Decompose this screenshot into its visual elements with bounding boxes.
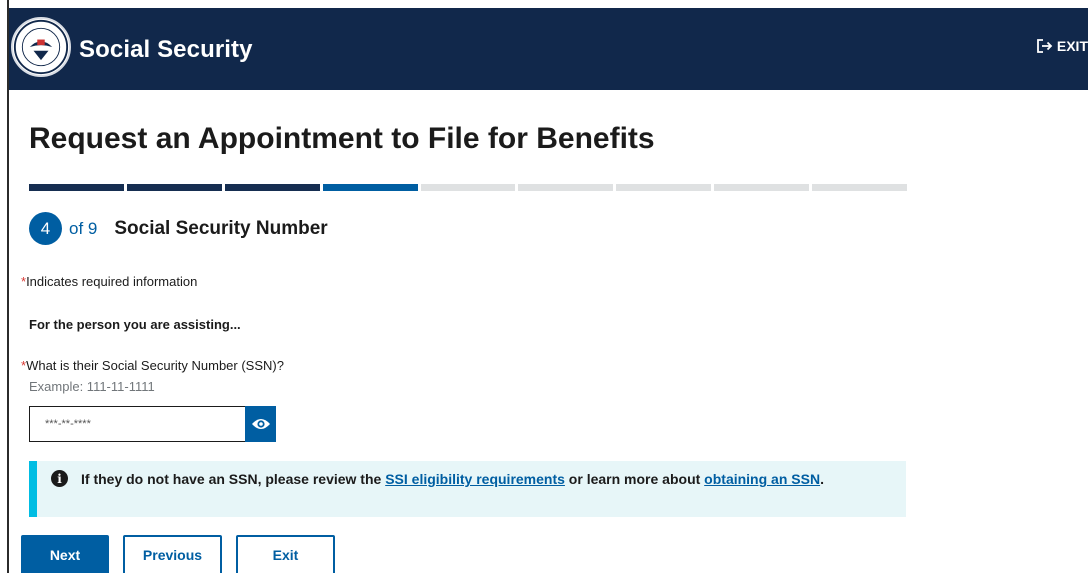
window-edge bbox=[0, 0, 9, 573]
alert-text-3: . bbox=[820, 471, 824, 487]
header-exit-link[interactable]: EXIT bbox=[1036, 38, 1088, 54]
obtaining-ssn-link[interactable]: obtaining an SSN bbox=[704, 471, 820, 487]
ssa-seal-icon[interactable] bbox=[11, 17, 71, 77]
alert-message: If they do not have an SSN, please revie… bbox=[81, 469, 824, 517]
ssn-field-group bbox=[29, 406, 276, 442]
ssi-eligibility-link[interactable]: SSI eligibility requirements bbox=[385, 471, 565, 487]
exit-icon bbox=[1036, 39, 1053, 53]
step-of-total: of 9 bbox=[69, 218, 98, 238]
next-button[interactable]: Next bbox=[21, 535, 109, 573]
alert-text-1: If they do not have an SSN, please revie… bbox=[81, 471, 386, 487]
brand-title[interactable]: Social Security bbox=[79, 36, 253, 64]
eye-icon bbox=[251, 419, 270, 429]
ssn-input[interactable] bbox=[29, 406, 245, 442]
step-number-badge: 4 bbox=[29, 212, 62, 245]
ssn-label: *What is their Social Security Number (S… bbox=[21, 358, 284, 373]
ssn-question-text: What is their Social Security Number (SS… bbox=[26, 358, 284, 373]
info-alert: i If they do not have an SSN, please rev… bbox=[29, 461, 906, 517]
progress-segment-3 bbox=[224, 184, 320, 191]
step-name: Social Security Number bbox=[114, 217, 328, 239]
progress-segment-2 bbox=[126, 184, 222, 191]
form-actions: Next Previous Exit bbox=[21, 535, 335, 573]
progress-segment-8 bbox=[714, 184, 810, 191]
previous-button[interactable]: Previous bbox=[123, 535, 222, 573]
page-title: Request an Appointment to File for Benef… bbox=[29, 122, 655, 155]
exit-button[interactable]: Exit bbox=[236, 535, 335, 573]
progress-segment-1 bbox=[29, 184, 124, 191]
info-icon: i bbox=[51, 470, 68, 487]
required-note: *Indicates required information bbox=[21, 274, 197, 289]
header-exit-label: EXIT bbox=[1056, 38, 1088, 54]
progress-segment-6 bbox=[518, 184, 614, 191]
required-note-text: Indicates required information bbox=[26, 274, 198, 289]
progress-segment-7 bbox=[616, 184, 712, 191]
assist-heading: For the person you are assisting... bbox=[29, 317, 241, 332]
alert-text-2: or learn more about bbox=[564, 471, 705, 487]
progress-segment-4 bbox=[322, 184, 418, 191]
site-header: Social Security EXIT bbox=[9, 0, 1088, 90]
progress-stepper bbox=[29, 184, 908, 191]
progress-segment-9 bbox=[812, 184, 908, 191]
step-heading: 4 of 9 Social Security Number bbox=[29, 212, 328, 245]
progress-segment-5 bbox=[420, 184, 516, 191]
ssn-hint: Example: 111-11-1111 bbox=[29, 379, 155, 394]
show-ssn-button[interactable] bbox=[245, 406, 276, 442]
